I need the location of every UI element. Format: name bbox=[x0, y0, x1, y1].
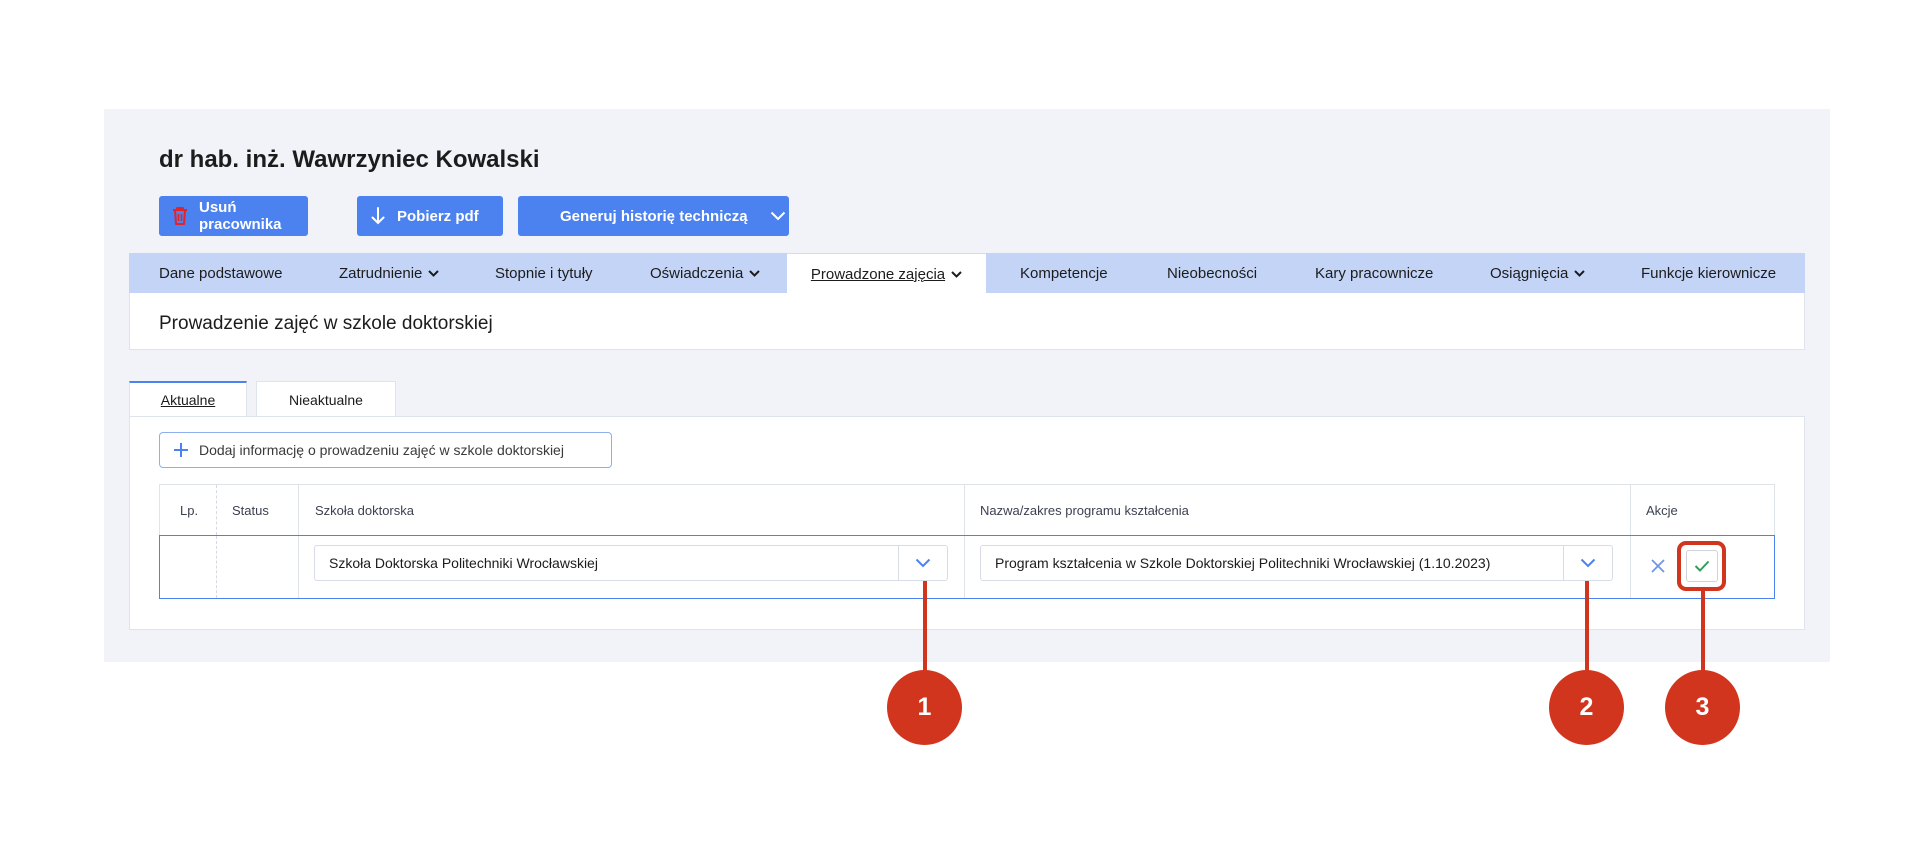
nav-item-label: Dane podstawowe bbox=[159, 264, 283, 282]
tab-archived[interactable]: Nieaktualne bbox=[256, 381, 396, 417]
check-icon bbox=[1694, 560, 1709, 572]
delete-employee-button[interactable]: Usuń pracownika bbox=[159, 196, 308, 236]
callout-badge: 2 bbox=[1549, 670, 1624, 745]
chevron-down-icon bbox=[951, 270, 962, 278]
nav-item-label: Nieobecności bbox=[1167, 264, 1258, 282]
nav-item-label: Stopnie i tytuły bbox=[495, 264, 593, 282]
callout-badge: 1 bbox=[887, 670, 962, 745]
school-select[interactable]: Szkoła Doktorska Politechniki Wrocławski… bbox=[314, 545, 948, 581]
nav-item-competences[interactable]: Kompetencje bbox=[1020, 253, 1108, 293]
nav-item-label: Kary pracownicze bbox=[1315, 264, 1434, 282]
generate-history-button[interactable]: Generuj historię techniczą bbox=[518, 196, 789, 236]
program-select-value: Program kształcenia w Szkole Doktorskiej… bbox=[995, 555, 1491, 571]
column-header-school: Szkoła doktorska bbox=[315, 502, 414, 518]
school-dropdown-toggle[interactable] bbox=[898, 546, 947, 580]
column-divider bbox=[964, 485, 965, 535]
column-divider bbox=[1630, 536, 1631, 598]
table-header: Lp. Status Szkoła doktorska Nazwa/zakres… bbox=[159, 484, 1775, 535]
download-pdf-label: Pobierz pdf bbox=[397, 207, 479, 225]
column-header-lp: Lp. bbox=[180, 502, 199, 518]
nav-item-label: Oświadczenia bbox=[650, 264, 744, 282]
nav-item-degrees[interactable]: Stopnie i tytuły bbox=[495, 253, 593, 293]
trash-icon bbox=[171, 206, 189, 226]
cancel-edit-button[interactable] bbox=[1650, 558, 1666, 579]
nav-item-label: Funkcje kierownicze bbox=[1641, 264, 1777, 282]
column-divider bbox=[216, 536, 218, 598]
column-divider bbox=[298, 485, 299, 535]
confirm-button-face bbox=[1685, 550, 1718, 582]
column-divider bbox=[298, 536, 299, 598]
close-icon bbox=[1651, 559, 1665, 573]
nav-item-declarations[interactable]: Oświadczenia bbox=[650, 253, 761, 293]
nav-item-label: Prowadzone zajęcia bbox=[810, 265, 946, 283]
plus-icon bbox=[173, 442, 189, 458]
generate-history-label: Generuj historię techniczą bbox=[560, 207, 748, 225]
chevron-down-icon bbox=[428, 269, 440, 277]
download-pdf-button[interactable]: Pobierz pdf bbox=[357, 196, 503, 236]
program-select[interactable]: Program kształcenia w Szkole Doktorskiej… bbox=[980, 545, 1613, 581]
nav-item-label: Kompetencje bbox=[1020, 264, 1108, 282]
column-header-actions: Akcje bbox=[1646, 502, 1678, 518]
nav-item-basic-data[interactable]: Dane podstawowe bbox=[159, 253, 282, 293]
nav-item-absences[interactable]: Nieobecności bbox=[1167, 253, 1257, 293]
nav-item-label: Osiągnięcia bbox=[1490, 264, 1569, 282]
callout-badge: 3 bbox=[1665, 670, 1740, 745]
chevron-down-icon bbox=[915, 558, 931, 568]
delete-employee-label: Usuń pracownika bbox=[199, 199, 282, 233]
column-divider bbox=[964, 536, 965, 598]
school-select-value: Szkoła Doktorska Politechniki Wrocławski… bbox=[329, 555, 598, 571]
employee-nav: Dane podstawowe Zatrudnienie Stopnie i t… bbox=[129, 253, 1805, 294]
add-doctoral-classes-button[interactable]: Dodaj informację o prowadzeniu zajęć w s… bbox=[159, 432, 612, 468]
chevron-down-icon bbox=[770, 211, 786, 221]
callout-line bbox=[1701, 591, 1705, 674]
nav-item-penalties[interactable]: Kary pracownicze bbox=[1315, 253, 1433, 293]
add-button-label: Dodaj informację o prowadzeniu zajęć w s… bbox=[199, 442, 564, 458]
tab-label: Aktualne bbox=[160, 392, 216, 408]
chevron-down-icon bbox=[1580, 558, 1596, 568]
section-title: Prowadzenie zajęć w szkole doktorskiej bbox=[159, 313, 493, 334]
nav-item-achievements[interactable]: Osiągnięcia bbox=[1490, 253, 1586, 293]
callout-line bbox=[1585, 581, 1589, 674]
arrow-down-icon bbox=[371, 207, 385, 225]
employee-name: dr hab. inż. Wawrzyniec Kowalski bbox=[159, 146, 540, 173]
chevron-down-icon bbox=[749, 269, 761, 277]
column-divider bbox=[216, 485, 218, 535]
tab-current[interactable]: Aktualne bbox=[129, 381, 247, 417]
nav-item-classes[interactable]: Prowadzone zajęcia bbox=[787, 253, 986, 294]
tab-label: Nieaktualne bbox=[289, 391, 363, 408]
nav-item-managerial-functions[interactable]: Funkcje kierownicze bbox=[1641, 253, 1776, 293]
chevron-down-icon bbox=[1574, 269, 1586, 277]
nav-item-employment[interactable]: Zatrudnienie bbox=[339, 253, 440, 293]
column-header-status: Status bbox=[232, 502, 269, 518]
nav-item-label: Zatrudnienie bbox=[339, 264, 423, 282]
callout-line bbox=[923, 581, 927, 674]
column-divider bbox=[1630, 485, 1631, 535]
confirm-edit-button[interactable] bbox=[1677, 541, 1726, 591]
column-header-program: Nazwa/zakres programu kształcenia bbox=[980, 502, 1189, 518]
program-dropdown-toggle[interactable] bbox=[1563, 546, 1612, 580]
